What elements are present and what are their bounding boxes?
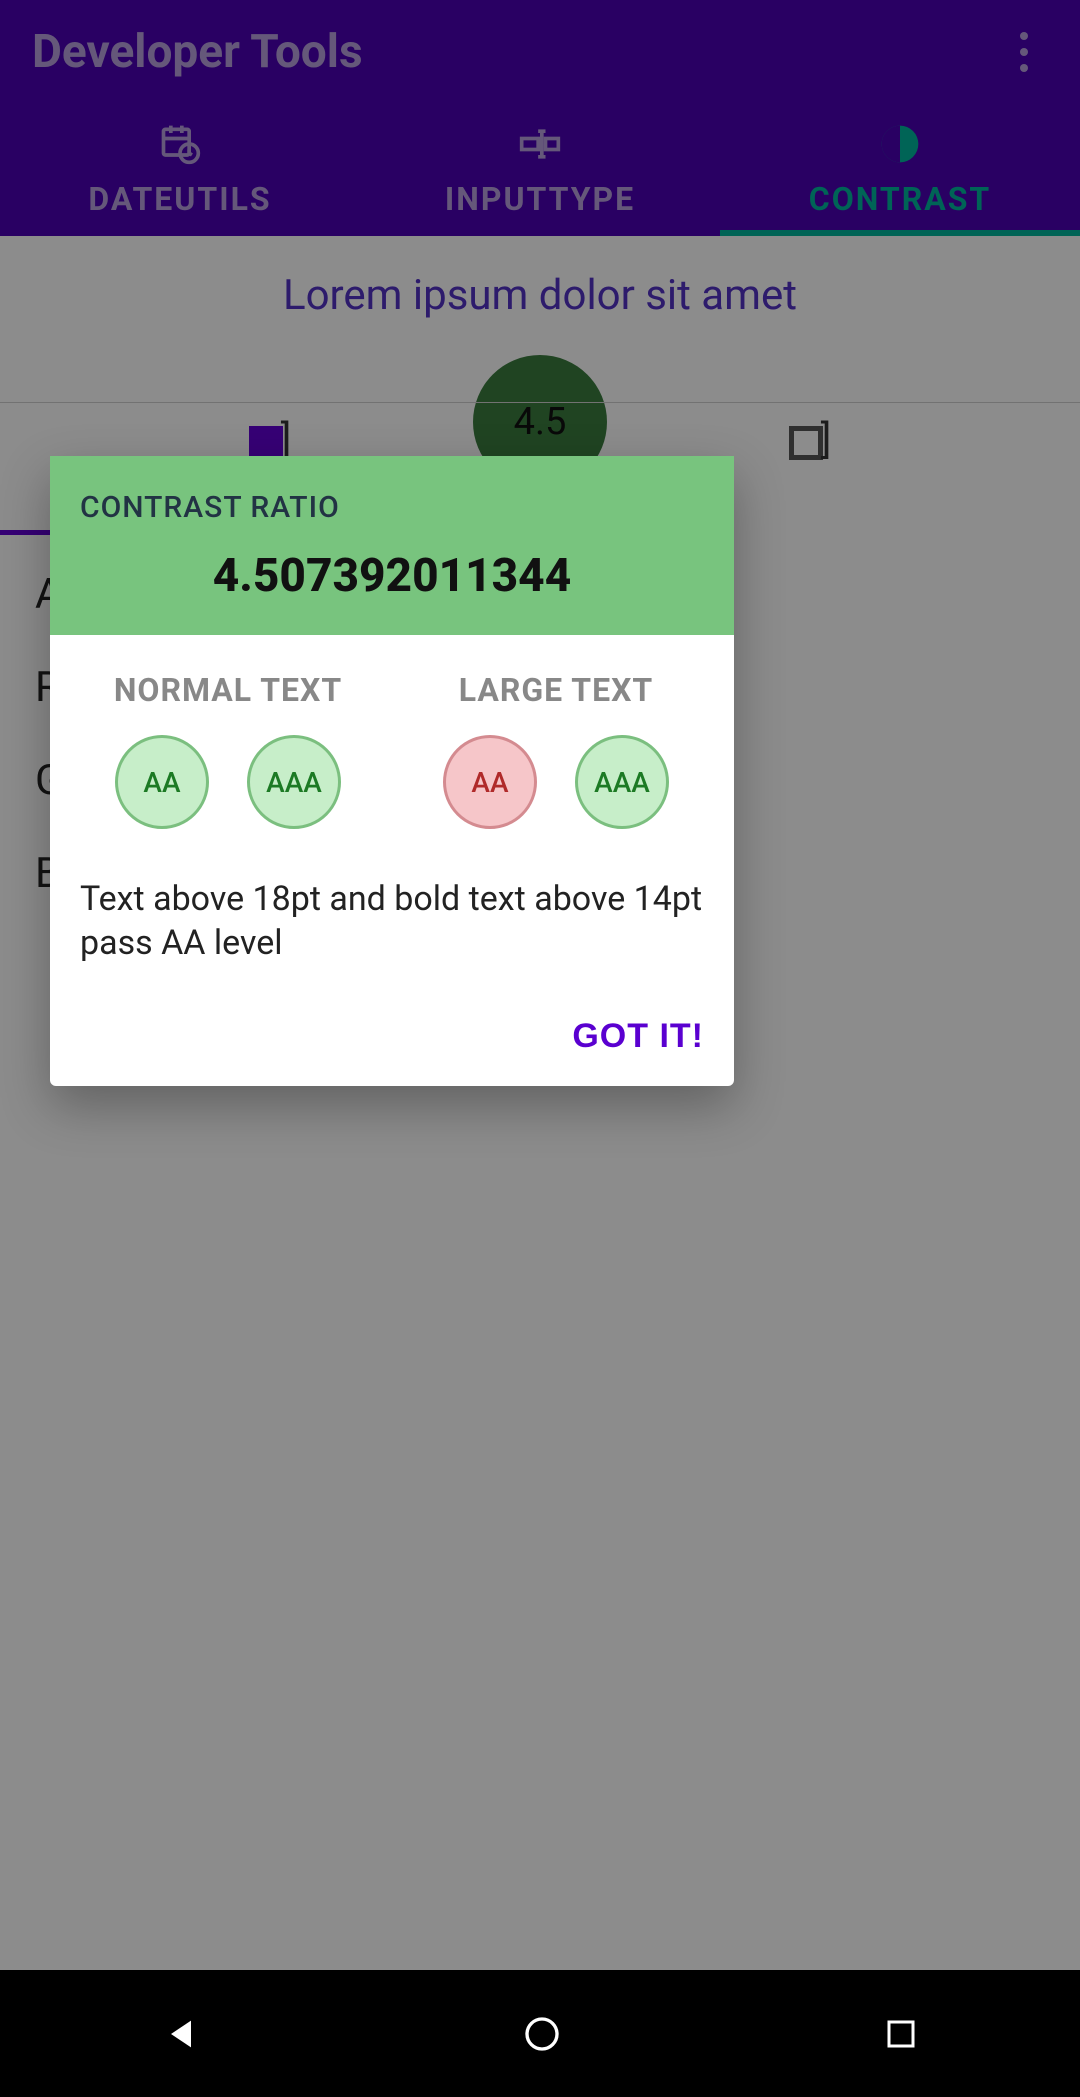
normal-text-section: NORMAL TEXT AA AAA [80,671,376,829]
large-text-section: LARGE TEXT AA AAA [408,671,704,829]
dialog-header: CONTRAST RATIO 4.507392011344 [50,456,734,635]
badge-normal-aa: AA [115,735,209,829]
badge-large-aa: AA [443,735,537,829]
home-button[interactable] [522,2014,562,2054]
section-title: NORMAL TEXT [114,671,342,709]
badge-normal-aaa: AAA [247,735,341,829]
dialog-ratio-value: 4.507392011344 [80,549,704,603]
back-button[interactable] [161,2014,201,2054]
dialog-actions: GOT IT! [50,989,734,1086]
dialog-message: Text above 18pt and bold text above 14pt… [80,877,704,965]
dialog-title: CONTRAST RATIO [80,490,704,525]
badge-large-aaa: AAA [575,735,669,829]
got-it-button[interactable]: GOT IT! [572,1017,704,1056]
contrast-ratio-dialog: CONTRAST RATIO 4.507392011344 NORMAL TEX… [50,456,734,1086]
dialog-body: NORMAL TEXT AA AAA LARGE TEXT AA AAA Tex… [50,635,734,989]
section-title: LARGE TEXT [459,671,654,709]
recents-button[interactable] [883,2016,919,2052]
system-nav-bar [0,1970,1080,2097]
